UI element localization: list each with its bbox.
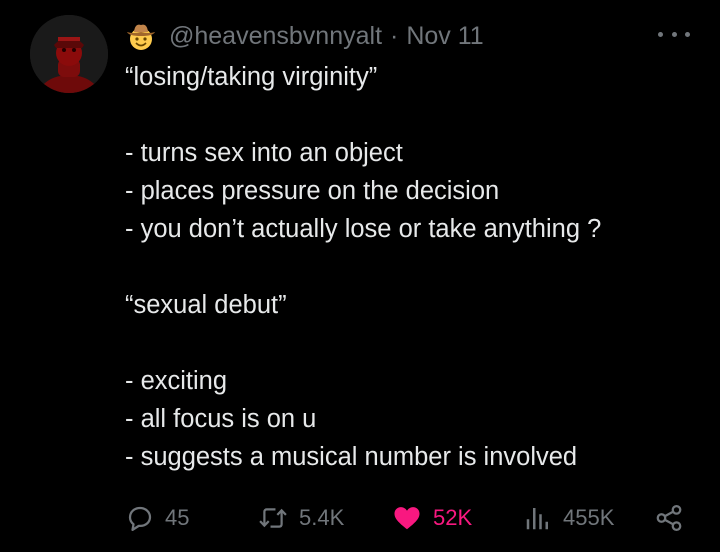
reply-count: 45 — [165, 505, 190, 530]
views-button[interactable]: 455K — [523, 498, 614, 538]
reply-button[interactable]: 45 — [125, 498, 189, 538]
tweet-line — [125, 248, 695, 286]
tweet[interactable]: @heavensbvnnyalt · Nov 11 “losing/taking… — [0, 0, 720, 552]
tweet-line: - turns sex into an object — [125, 139, 403, 167]
more-options-icon[interactable] — [658, 22, 690, 46]
author-handle[interactable]: @heavensbvnnyalt — [169, 22, 382, 51]
tweet-line: “losing/taking virginity” — [125, 63, 378, 91]
tweet-header: @heavensbvnnyalt · Nov 11 — [125, 18, 484, 54]
tweet-line: - you don’t actually lose or take anythi… — [125, 215, 602, 243]
tweet-date[interactable]: Nov 11 — [406, 22, 483, 51]
tweet-line: - exciting — [125, 367, 228, 395]
retweet-button[interactable]: 5.4K — [257, 498, 344, 538]
tweet-line: - places pressure on the decision — [125, 177, 500, 205]
views-count: 455K — [563, 505, 615, 530]
tweet-actions: 45 5.4K 52K 455K — [125, 498, 690, 538]
heart-icon — [394, 507, 420, 530]
share-icon — [656, 505, 682, 531]
views-icon — [526, 508, 548, 530]
like-count: 52K — [433, 505, 473, 530]
avatar-image — [30, 15, 108, 93]
avatar[interactable] — [30, 15, 108, 93]
tweet-line — [125, 96, 695, 134]
cowboy-face-icon — [127, 24, 155, 50]
header-separator: · — [390, 21, 399, 50]
tweet-line: - suggests a musical number is involved — [125, 443, 578, 471]
share-button[interactable] — [653, 498, 695, 538]
tweet-line: - all focus is on u — [125, 405, 317, 433]
tweet-line: “sexual debut” — [125, 291, 287, 319]
retweet-icon — [259, 508, 287, 528]
tweet-line — [125, 324, 695, 362]
like-button[interactable]: 52K — [391, 498, 472, 538]
tweet-text: “losing/taking virginity” - turns sex in… — [125, 58, 695, 476]
reply-icon — [128, 506, 152, 531]
retweet-count: 5.4K — [299, 505, 345, 530]
